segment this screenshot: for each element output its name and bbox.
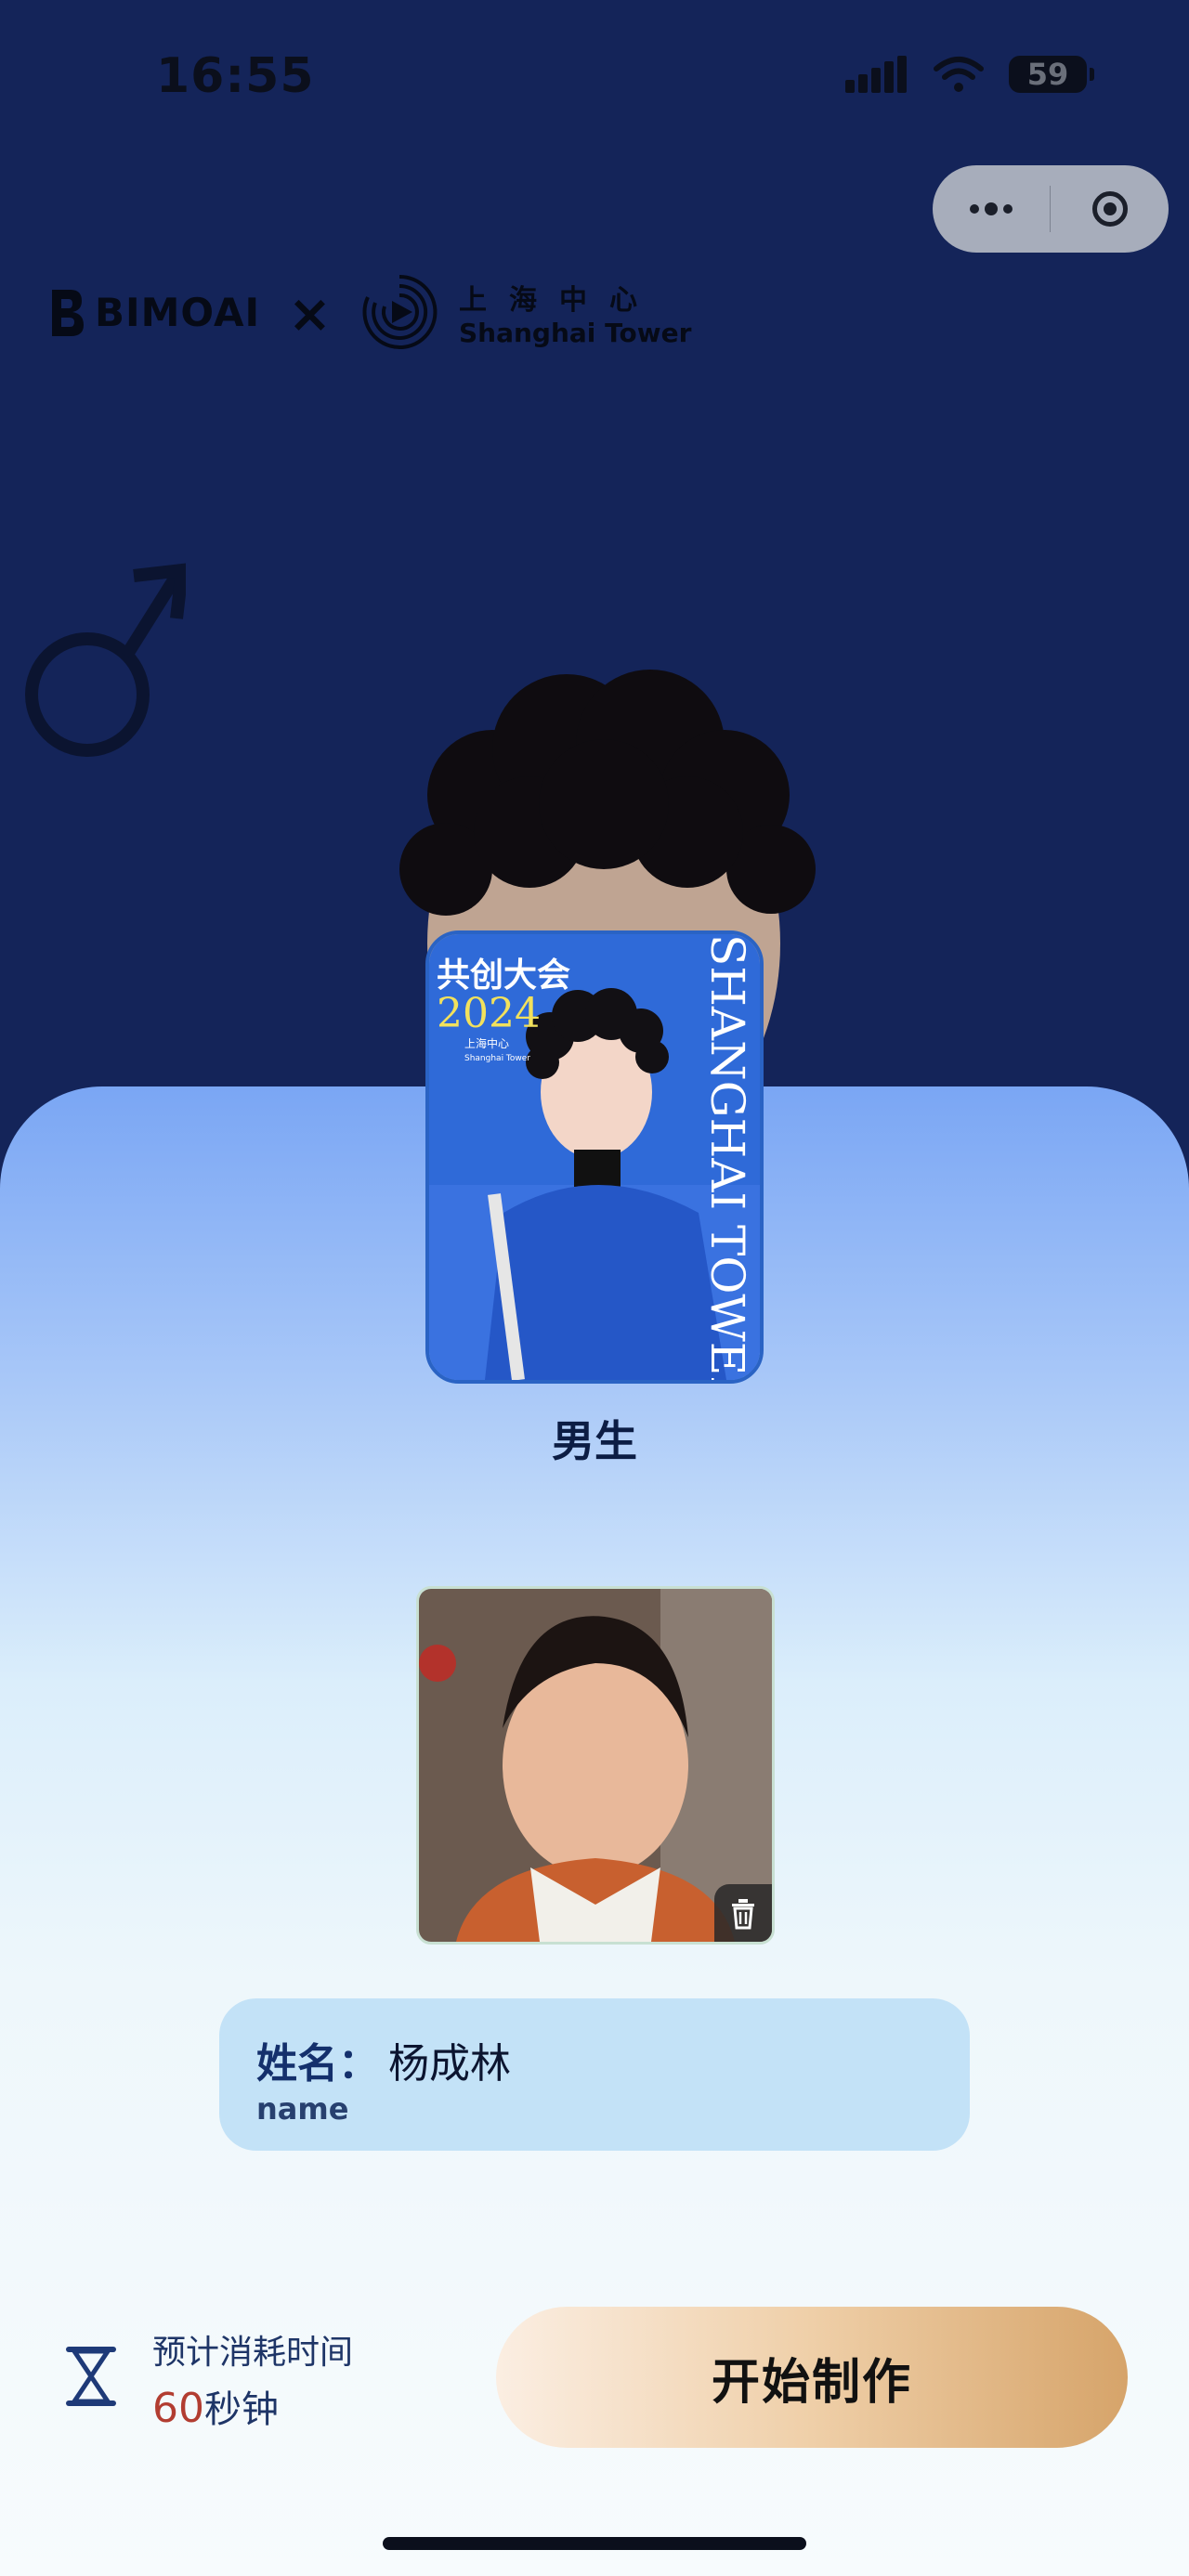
miniprogram-capsule <box>933 165 1169 253</box>
status-icons: 59 <box>845 56 1094 93</box>
poster-logo-cn: 上海中心 <box>464 1036 509 1050</box>
delete-photo-button[interactable] <box>714 1884 772 1942</box>
wifi-icon <box>934 57 984 92</box>
estimated-time-number: 60 <box>152 2385 204 2432</box>
bimoai-mark-icon <box>52 290 84 336</box>
home-indicator <box>383 2537 806 2550</box>
shanghai-tower-swirl-icon <box>362 274 438 349</box>
bimoai-text: BIMOAI <box>95 289 261 335</box>
trash-icon <box>732 1899 754 1930</box>
battery-icon: 59 <box>1009 56 1094 93</box>
shanghai-tower-cn: 上海中心 <box>459 283 660 317</box>
poster-title-text: 共创大会 <box>437 956 570 995</box>
shanghai-tower-en: Shanghai Tower <box>459 317 692 348</box>
estimated-time-value: 60秒钟 <box>152 2379 279 2433</box>
male-symbol-icon <box>25 563 186 757</box>
hourglass-icon <box>66 2347 116 2406</box>
poster-side-text: SHANGHAI TOWER <box>700 934 754 1380</box>
target-icon <box>1091 191 1128 227</box>
name-label: 姓名： <box>256 2040 379 2088</box>
shanghai-tower-logo: 上海中心 Shanghai Tower <box>357 269 691 355</box>
start-button[interactable]: 开始制作 <box>496 2307 1128 2448</box>
brand-separator: × <box>288 284 332 345</box>
estimated-time-label: 预计消耗时间 <box>152 2334 354 2372</box>
status-time: 16:55 <box>156 48 315 104</box>
estimated-time-unit: 秒钟 <box>204 2388 279 2431</box>
name-value: 杨成林 <box>388 2040 511 2088</box>
poster-year-text: 2024 <box>437 990 541 1037</box>
signal-icon <box>845 56 907 93</box>
name-card[interactable]: 姓名： 杨成林 name <box>219 1998 970 2151</box>
close-miniprogram-button[interactable] <box>1051 165 1169 253</box>
poster-logo-en: Shanghai Tower <box>464 1054 530 1063</box>
uploaded-photo[interactable] <box>416 1586 775 1945</box>
bimoai-logo: BIMOAI <box>48 286 260 338</box>
more-menu-button[interactable] <box>933 165 1050 253</box>
style-poster-thumbnail[interactable]: 共创大会 2024 上海中心 Shanghai Tower SHANGHAI T… <box>425 930 764 1384</box>
name-sublabel: name <box>256 2091 349 2127</box>
gender-label: 男生 <box>552 1416 637 1466</box>
